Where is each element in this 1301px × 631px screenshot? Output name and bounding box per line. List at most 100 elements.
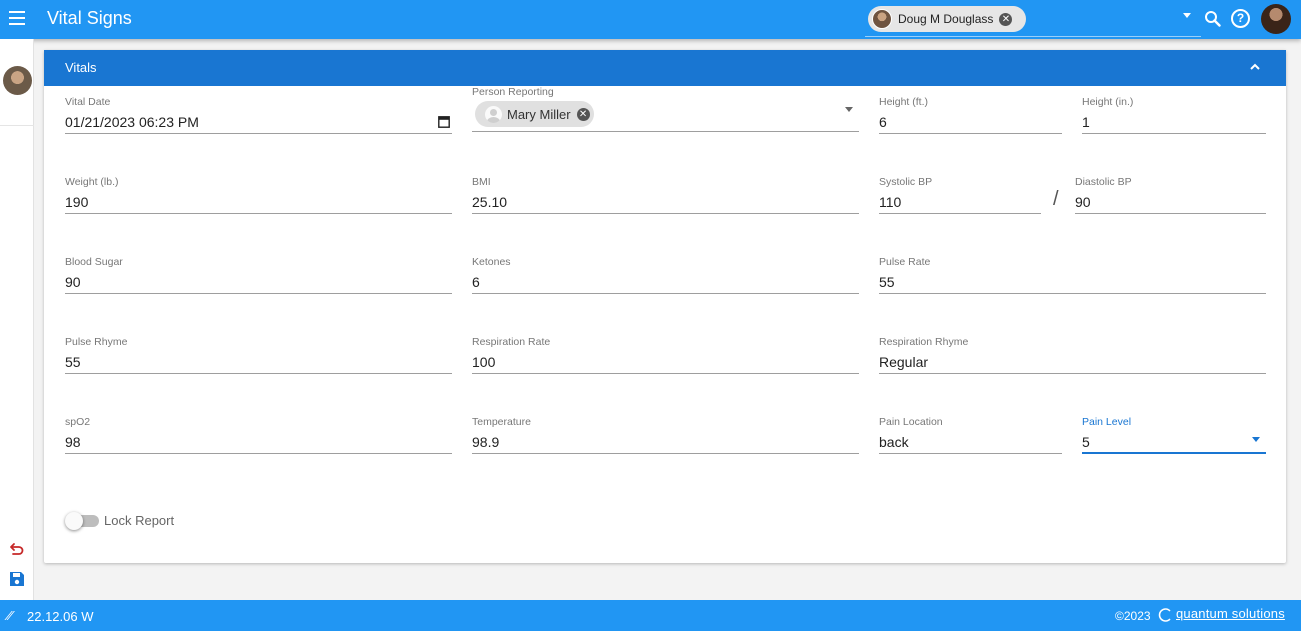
temperature-value[interactable]: 98.9 xyxy=(472,434,499,450)
field-label: Diastolic BP xyxy=(1075,176,1132,188)
vital-date-field[interactable]: Vital Date 01/21/2023 06:23 PM xyxy=(65,96,452,134)
field-underline xyxy=(1082,452,1266,454)
bmi-value[interactable]: 25.10 xyxy=(472,194,507,210)
chevron-up-icon[interactable] xyxy=(1249,61,1261,73)
field-label: Vital Date xyxy=(65,96,111,108)
search-icon[interactable] xyxy=(1204,10,1221,27)
respiration-rhyme-field[interactable]: Respiration Rhyme Regular xyxy=(879,336,1266,374)
rail-divider xyxy=(0,125,34,126)
person-chip[interactable]: Mary Miller ✕ xyxy=(475,101,594,127)
field-underline xyxy=(472,131,859,132)
save-icon[interactable] xyxy=(9,571,25,587)
vitals-card-header[interactable]: Vitals xyxy=(44,50,1286,86)
field-label: Blood Sugar xyxy=(65,256,123,268)
bmi-field[interactable]: BMI 25.10 xyxy=(472,176,859,214)
app-title: Vital Signs xyxy=(47,8,132,28)
height-in-value[interactable]: 1 xyxy=(1082,114,1090,130)
app-bar: Vital Signs Doug M Douglass ✕ ? xyxy=(0,0,1301,39)
pulse-rhyme-value[interactable]: 55 xyxy=(65,354,81,370)
diastolic-bp-field[interactable]: Diastolic BP 90 xyxy=(1075,176,1266,214)
field-underline xyxy=(879,133,1062,134)
pain-location-field[interactable]: Pain Location back xyxy=(879,416,1062,454)
chevron-down-icon[interactable] xyxy=(1252,437,1260,442)
field-underline xyxy=(472,213,859,214)
field-underline xyxy=(879,293,1266,294)
field-label: Height (ft.) xyxy=(879,96,929,108)
field-underline xyxy=(65,373,452,374)
version-text: 22.12.06 W xyxy=(27,609,94,624)
pulse-rhyme-field[interactable]: Pulse Rhyme 55 xyxy=(65,336,452,374)
spo2-field[interactable]: spO2 98 xyxy=(65,416,452,454)
field-label: Pain Location xyxy=(879,416,943,428)
field-underline xyxy=(472,373,859,374)
user-avatar[interactable] xyxy=(1261,4,1291,34)
person-name: Mary Miller xyxy=(507,106,571,122)
card-title: Vitals xyxy=(65,60,97,75)
field-label: BMI xyxy=(472,176,491,188)
field-label: Pulse Rate xyxy=(879,256,931,268)
lock-report-toggle[interactable] xyxy=(65,512,99,530)
spo2-value[interactable]: 98 xyxy=(65,434,81,450)
blood-sugar-value[interactable]: 90 xyxy=(65,274,81,290)
pain-location-value[interactable]: back xyxy=(879,434,909,450)
footer-bar: ⁄⁄ 22.12.06 W ©2023 quantum solutions xyxy=(0,600,1301,631)
field-underline xyxy=(879,213,1041,214)
field-underline xyxy=(472,293,859,294)
person-reporting-field[interactable]: Person Reporting Mary Miller ✕ xyxy=(472,86,859,132)
bp-separator: / xyxy=(1053,188,1059,210)
field-label: Person Reporting xyxy=(472,86,554,98)
field-underline xyxy=(65,293,452,294)
pulse-rate-field[interactable]: Pulse Rate 55 xyxy=(879,256,1266,294)
field-label: Systolic BP xyxy=(879,176,933,188)
height-in-field[interactable]: Height (in.) 1 xyxy=(1082,96,1266,134)
ketones-field[interactable]: Ketones 6 xyxy=(472,256,859,294)
height-ft-value[interactable]: 6 xyxy=(879,114,887,130)
field-label: Respiration Rhyme xyxy=(879,336,969,348)
field-underline xyxy=(1075,213,1266,214)
patient-avatar xyxy=(872,9,892,29)
undo-icon[interactable] xyxy=(9,541,25,557)
respiration-rhyme-value[interactable]: Regular xyxy=(879,354,928,370)
brand-link[interactable]: quantum solutions xyxy=(1176,606,1285,621)
lock-report-label[interactable]: Lock Report xyxy=(104,513,174,528)
field-underline xyxy=(472,453,859,454)
patient-chip[interactable]: Doug M Douglass ✕ xyxy=(868,6,1026,32)
ketones-value[interactable]: 6 xyxy=(472,274,480,290)
field-underline xyxy=(65,213,452,214)
remove-patient-icon[interactable]: ✕ xyxy=(999,12,1013,26)
vital-date-value[interactable]: 01/21/2023 06:23 PM xyxy=(65,114,199,130)
respiration-rate-field[interactable]: Respiration Rate 100 xyxy=(472,336,859,374)
diastolic-bp-value[interactable]: 90 xyxy=(1075,194,1091,210)
respiration-rate-value[interactable]: 100 xyxy=(472,354,495,370)
field-underline xyxy=(879,453,1062,454)
calendar-icon[interactable] xyxy=(438,115,450,128)
field-label: Pain Level xyxy=(1082,416,1132,428)
patient-photo[interactable] xyxy=(3,66,32,95)
systolic-bp-field[interactable]: Systolic BP 110 xyxy=(879,176,1041,214)
field-label: Ketones xyxy=(472,256,511,268)
patient-select[interactable]: Doug M Douglass ✕ xyxy=(865,3,1201,37)
temperature-field[interactable]: Temperature 98.9 xyxy=(472,416,859,454)
hamburger-menu-icon[interactable] xyxy=(9,11,25,25)
systolic-bp-value[interactable]: 110 xyxy=(879,194,901,210)
weight-value[interactable]: 190 xyxy=(65,194,88,210)
field-underline xyxy=(1082,133,1266,134)
chevron-down-icon[interactable] xyxy=(845,107,853,112)
height-ft-field[interactable]: Height (ft.) 6 xyxy=(879,96,1062,134)
remove-person-icon[interactable]: ✕ xyxy=(576,107,590,121)
chevron-down-icon[interactable] xyxy=(1183,13,1191,18)
field-label: Respiration Rate xyxy=(472,336,551,348)
field-label: Temperature xyxy=(472,416,531,428)
pain-level-select[interactable]: Pain Level 5 xyxy=(1082,416,1266,454)
pulse-rate-value[interactable]: 55 xyxy=(879,274,895,290)
copyright-text: ©2023 xyxy=(1115,609,1151,623)
field-label: Pulse Rhyme xyxy=(65,336,128,348)
help-icon[interactable]: ? xyxy=(1231,9,1250,28)
toggle-thumb[interactable] xyxy=(65,512,83,530)
side-rail xyxy=(0,39,34,600)
pain-level-value[interactable]: 5 xyxy=(1082,434,1090,450)
field-label: Height (in.) xyxy=(1082,96,1134,108)
blood-sugar-field[interactable]: Blood Sugar 90 xyxy=(65,256,452,294)
weight-field[interactable]: Weight (lb.) 190 xyxy=(65,176,452,214)
version-icon: ⁄⁄ xyxy=(8,608,13,623)
